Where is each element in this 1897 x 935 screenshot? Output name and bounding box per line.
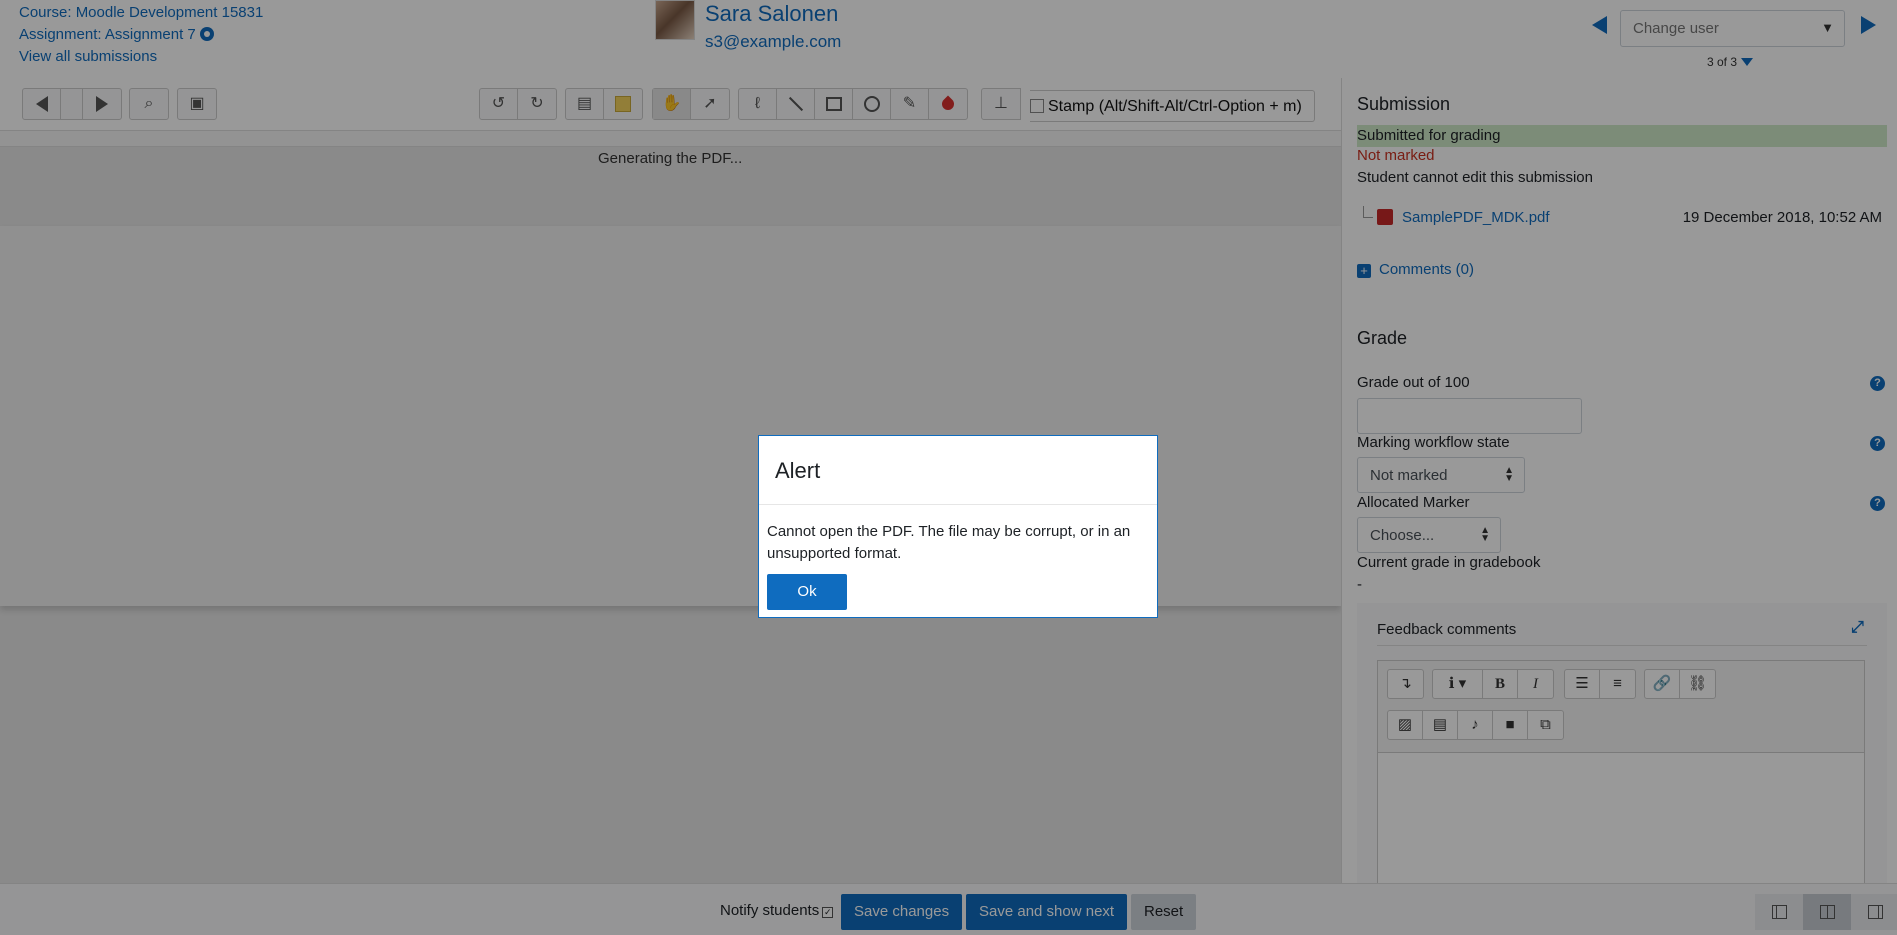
- alert-dialog: Alert Cannot open the PDF. The file may …: [758, 435, 1158, 618]
- alert-message: Cannot open the PDF. The file may be cor…: [767, 523, 1131, 562]
- ok-button[interactable]: Ok: [767, 574, 847, 610]
- alert-title: Alert: [775, 458, 821, 483]
- divider: [759, 504, 1157, 505]
